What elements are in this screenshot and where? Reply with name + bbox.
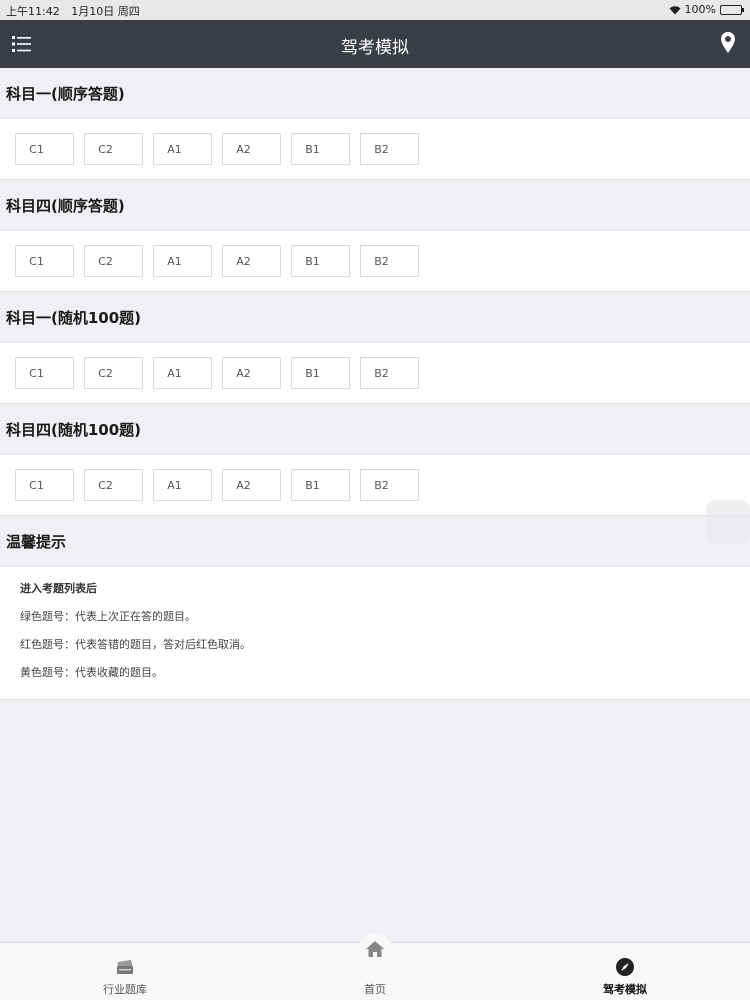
grade-label: B2 <box>374 254 389 268</box>
tab-bar: 行业题库 首页 驾考模拟 <box>0 933 750 1000</box>
tab-label: 驾考模拟 <box>603 983 647 996</box>
status-time-date: 上午11:42 1月10日 周四 <box>6 3 140 19</box>
grade-label: C2 <box>98 142 113 156</box>
grade-button-c1[interactable]: C1 <box>15 245 74 277</box>
grade-label: A2 <box>236 142 251 156</box>
grade-button-c2[interactable]: C2 <box>84 469 143 501</box>
section-subject4-sequential: 科目四(顺序答题) C1 C2 A1 A2 B1 B2 <box>0 180 750 292</box>
grade-button-row: C1 C2 A1 A2 B1 B2 <box>0 118 750 180</box>
grade-label: B1 <box>305 366 320 380</box>
status-bar: 上午11:42 1月10日 周四 100% <box>0 0 750 20</box>
grade-label: C2 <box>98 366 113 380</box>
grade-button-b2[interactable]: B2 <box>360 133 419 165</box>
grade-button-c1[interactable]: C1 <box>15 133 74 165</box>
section-subject1-random: 科目一(随机100题) C1 C2 A1 A2 B1 B2 <box>0 292 750 404</box>
grade-label: C2 <box>98 254 113 268</box>
grade-button-c1[interactable]: C1 <box>15 357 74 389</box>
grade-label: C1 <box>29 366 44 380</box>
grade-label: A1 <box>167 254 182 268</box>
grade-label: B2 <box>374 142 389 156</box>
grade-label: A2 <box>236 366 251 380</box>
cards-icon <box>115 957 135 977</box>
grade-label: C1 <box>29 142 44 156</box>
grade-button-b1[interactable]: B1 <box>291 245 350 277</box>
grade-button-b1[interactable]: B1 <box>291 469 350 501</box>
grade-button-b2[interactable]: B2 <box>360 469 419 501</box>
tab-home[interactable]: 首页 <box>250 933 500 1000</box>
section-subject4-random: 科目四(随机100题) C1 C2 A1 A2 B1 B2 <box>0 404 750 516</box>
grade-button-b1[interactable]: B1 <box>291 133 350 165</box>
location-pin-icon[interactable] <box>720 31 736 55</box>
grade-button-a2[interactable]: A2 <box>222 245 281 277</box>
tip-line: 黄色题号：代表收藏的题目。 <box>20 666 163 679</box>
main-content: 科目一(顺序答题) C1 C2 A1 A2 B1 B2 科目四(顺序答题) C1… <box>0 68 750 700</box>
section-subject1-sequential: 科目一(顺序答题) C1 C2 A1 A2 B1 B2 <box>0 68 750 180</box>
grade-label: A1 <box>167 142 182 156</box>
grade-label: B1 <box>305 254 320 268</box>
tip-line: 进入考题列表后 <box>20 582 97 595</box>
tab-label: 行业题库 <box>103 983 147 996</box>
tab-industry-question-bank[interactable]: 行业题库 <box>0 943 250 1000</box>
tip-line: 红色题号：代表答错的题目，答对后红色取消。 <box>20 638 251 651</box>
grade-button-row: C1 C2 A1 A2 B1 B2 <box>0 342 750 404</box>
grade-label: B2 <box>374 478 389 492</box>
grade-label: C2 <box>98 478 113 492</box>
battery-percent: 100% <box>684 3 716 16</box>
grade-button-a1[interactable]: A1 <box>153 357 212 389</box>
section-title: 科目四(随机100题) <box>0 404 750 454</box>
tips-section: 温馨提示 进入考题列表后 绿色题号：代表上次正在答的题目。 红色题号：代表答错的… <box>0 516 750 700</box>
grade-button-a2[interactable]: A2 <box>222 357 281 389</box>
floating-assistive-button[interactable] <box>706 500 750 544</box>
grade-label: B2 <box>374 366 389 380</box>
grade-button-a1[interactable]: A1 <box>153 133 212 165</box>
grade-label: C1 <box>29 254 44 268</box>
grade-button-c2[interactable]: C2 <box>84 245 143 277</box>
status-date: 1月10日 周四 <box>71 5 140 18</box>
grade-label: A2 <box>236 478 251 492</box>
tips-body: 进入考题列表后 绿色题号：代表上次正在答的题目。 红色题号：代表答错的题目，答对… <box>0 566 750 700</box>
wifi-icon <box>669 5 681 15</box>
page-title: 驾考模拟 <box>341 38 409 58</box>
grade-button-a1[interactable]: A1 <box>153 245 212 277</box>
grade-label: A1 <box>167 366 182 380</box>
tip-line: 绿色题号：代表上次正在答的题目。 <box>20 610 196 623</box>
grade-button-b2[interactable]: B2 <box>360 245 419 277</box>
battery-icon <box>720 4 744 15</box>
grade-label: A1 <box>167 478 182 492</box>
grade-button-b2[interactable]: B2 <box>360 357 419 389</box>
compass-icon <box>615 957 635 977</box>
tab-driving-test-sim[interactable]: 驾考模拟 <box>500 943 750 1000</box>
grade-button-row: C1 C2 A1 A2 B1 B2 <box>0 454 750 516</box>
grade-label: C1 <box>29 478 44 492</box>
grade-button-a2[interactable]: A2 <box>222 133 281 165</box>
tips-title: 温馨提示 <box>0 516 750 566</box>
grade-button-row: C1 C2 A1 A2 B1 B2 <box>0 230 750 292</box>
tab-label: 首页 <box>364 983 386 996</box>
section-title: 科目四(顺序答题) <box>0 180 750 230</box>
status-time: 上午11:42 <box>6 5 60 18</box>
grade-button-b1[interactable]: B1 <box>291 357 350 389</box>
section-title: 科目一(顺序答题) <box>0 68 750 118</box>
grade-button-c1[interactable]: C1 <box>15 469 74 501</box>
nav-bar: 驾考模拟 <box>0 20 750 68</box>
grade-button-c2[interactable]: C2 <box>84 133 143 165</box>
home-icon <box>365 939 385 959</box>
grade-label: B1 <box>305 478 320 492</box>
status-indicators: 100% <box>669 3 744 16</box>
section-title: 科目一(随机100题) <box>0 292 750 342</box>
grade-label: B1 <box>305 142 320 156</box>
grade-button-a1[interactable]: A1 <box>153 469 212 501</box>
grade-button-c2[interactable]: C2 <box>84 357 143 389</box>
grade-label: A2 <box>236 254 251 268</box>
grade-button-a2[interactable]: A2 <box>222 469 281 501</box>
